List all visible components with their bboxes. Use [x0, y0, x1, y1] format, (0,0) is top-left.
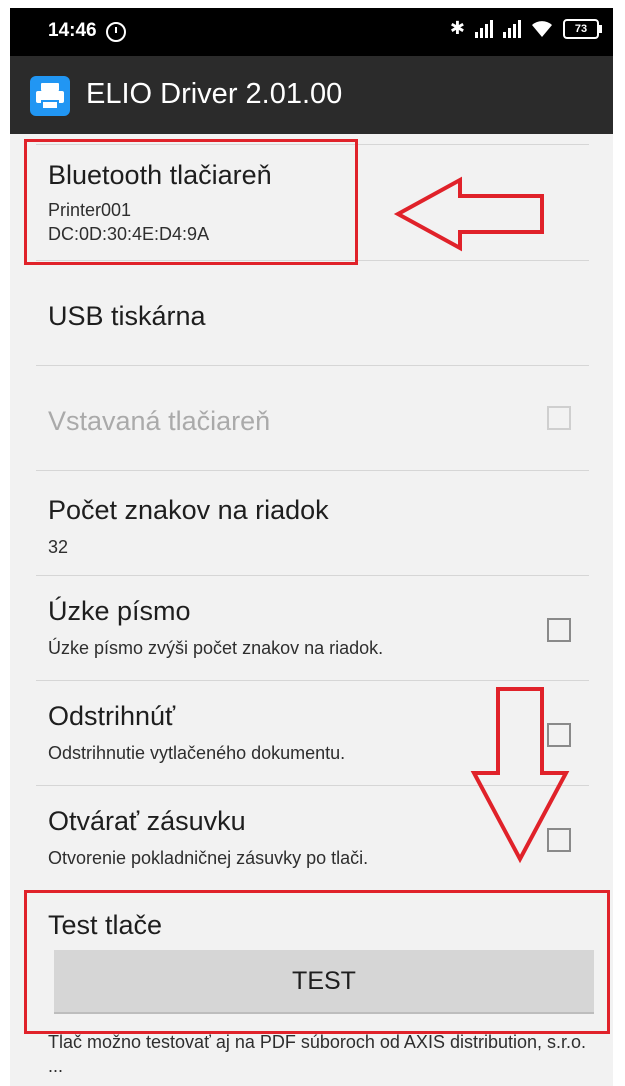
phone-screen: 14:46 ✱ 73 ELIO Driver 2.01.00 Bluetooth… — [10, 8, 613, 1086]
app-bar: ELIO Driver 2.01.00 — [10, 56, 613, 134]
arrow-down-icon — [470, 687, 570, 864]
bluetooth-icon: ✱ — [449, 18, 465, 38]
setting-title: USB tiskárna — [48, 301, 206, 331]
narrow-font-checkbox[interactable] — [547, 618, 571, 642]
status-icons: ✱ 73 — [449, 18, 602, 39]
printer-name: Printer001 — [48, 200, 132, 220]
print-test-note: Tlač možno testovať aj na PDF súboroch o… — [48, 1032, 587, 1076]
signal-icon — [475, 19, 493, 38]
setting-title: Otvárať zásuvku — [48, 806, 246, 836]
chars-per-line-value: 32 — [48, 537, 69, 557]
printer-icon — [30, 76, 70, 116]
setting-title: Vstavaná tlačiareň — [48, 406, 271, 436]
signal-icon-2 — [503, 19, 521, 38]
setting-builtin-printer: Vstavaná tlačiareň — [10, 366, 613, 470]
setting-chars-per-line[interactable]: Počet znakov na riadok 32 — [10, 471, 613, 575]
status-time: 14:46 — [48, 20, 97, 41]
builtin-printer-checkbox — [547, 406, 571, 430]
setting-title: Úzke písmo — [48, 596, 191, 626]
battery-icon: 73 — [563, 18, 602, 39]
alarm-icon — [106, 22, 126, 42]
app-title: ELIO Driver 2.01.00 — [86, 78, 343, 110]
setting-summary: Úzke písmo zvýši počet znakov na riadok. — [48, 638, 384, 658]
setting-narrow-font[interactable]: Úzke písmo Úzke písmo zvýši počet znakov… — [10, 576, 613, 680]
setting-title: Počet znakov na riadok — [48, 495, 329, 525]
setting-title: Odstrihnúť — [48, 701, 176, 731]
setting-summary: Otvorenie pokladničnej zásuvky po tlači. — [48, 848, 369, 868]
status-bar: 14:46 ✱ 73 — [10, 8, 613, 56]
setting-usb-printer[interactable]: USB tiskárna — [10, 261, 613, 365]
setting-summary: Odstrihnutie vytlačeného dokumentu. — [48, 743, 346, 763]
printer-address: DC:0D:30:4E:D4:9A — [48, 224, 210, 244]
setting-title: Bluetooth tlačiareň — [48, 160, 272, 190]
arrow-left-icon — [393, 176, 544, 252]
wifi-icon — [532, 20, 552, 37]
test-button[interactable]: TEST — [54, 950, 594, 1014]
setting-title: Test tlače — [48, 910, 163, 940]
setting-print-test: Test tlače — [10, 890, 613, 940]
